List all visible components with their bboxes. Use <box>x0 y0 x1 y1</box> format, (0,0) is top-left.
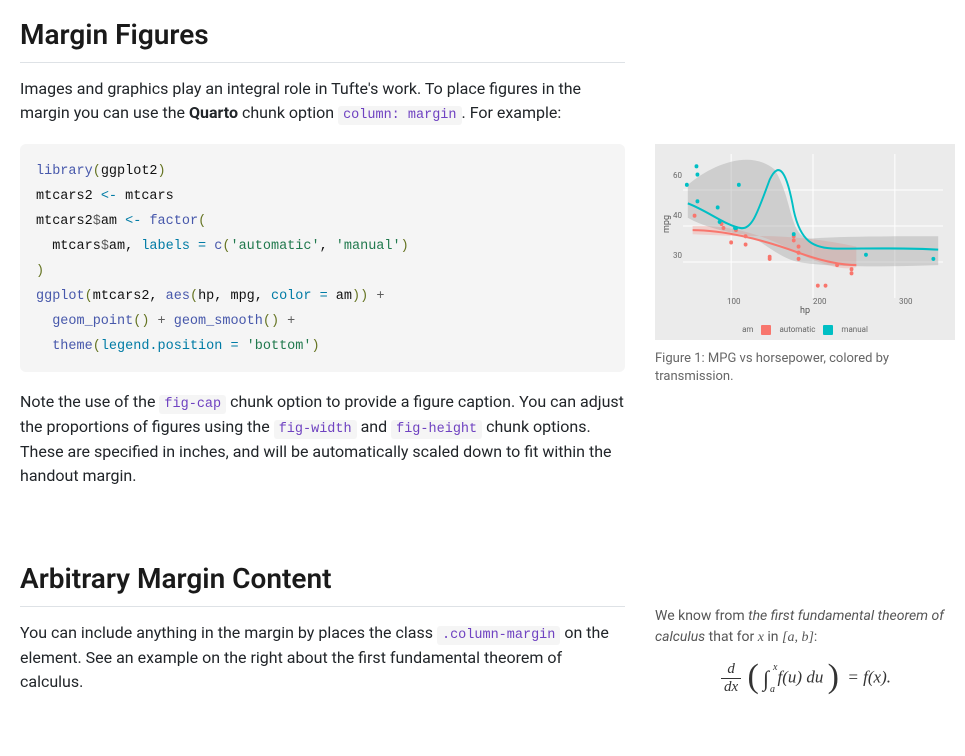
math-interval: [a, b] <box>782 630 814 645</box>
code-token: () <box>133 314 149 329</box>
legend-swatch-manual <box>823 325 833 335</box>
code-token: ) <box>311 339 319 354</box>
inline-code-column-margin-class: .column-margin <box>437 626 560 645</box>
code-token: ) <box>36 264 44 279</box>
code-token: 'manual' <box>336 239 401 254</box>
code-token: ) <box>352 289 360 304</box>
code-token: 'automatic' <box>230 239 319 254</box>
note-text: : <box>814 629 817 645</box>
legend-label-automatic: automatic <box>779 324 815 336</box>
section2-paragraph: You can include anything in the margin b… <box>20 621 625 694</box>
code-token: mtcars <box>117 189 174 204</box>
code-token: legend.position = <box>101 339 239 354</box>
code-token: ( <box>93 339 101 354</box>
intro-text: chunk option <box>238 103 338 122</box>
note-text: We know from <box>655 608 748 624</box>
code-token: factor <box>149 214 198 229</box>
code-token: ggplot <box>36 289 85 304</box>
code-token: ( <box>190 289 198 304</box>
code-token: + <box>368 289 384 304</box>
code-token: theme <box>52 339 93 354</box>
code-token <box>36 339 52 354</box>
chart-xlabel: hp <box>661 305 949 319</box>
code-token <box>239 339 247 354</box>
code-token: ( <box>198 214 206 229</box>
code-token: <- <box>125 214 141 229</box>
math-fraction: d dx <box>719 662 743 695</box>
note-paragraph: Note the use of the fig-cap chunk option… <box>20 390 625 489</box>
code-token: mtcars2 <box>36 214 93 229</box>
intro-text: . For example: <box>462 103 562 122</box>
code-token: labels = <box>141 239 206 254</box>
code-token: aes <box>166 289 190 304</box>
code-token: ( <box>93 164 101 179</box>
note-text: and <box>357 417 392 436</box>
chart-ylabel: mpg <box>661 150 671 298</box>
code-token: ggplot2 <box>101 164 158 179</box>
frac-num: d <box>721 662 741 679</box>
code-token: $ <box>101 239 109 254</box>
frac-den: dx <box>721 679 741 695</box>
rparen-icon: ) <box>828 658 839 695</box>
code-token <box>36 314 52 329</box>
legend-swatch-automatic <box>761 325 771 335</box>
lparen-icon: ( <box>747 658 758 695</box>
intro-bold: Quarto <box>189 103 238 122</box>
code-token: ) <box>158 164 166 179</box>
inline-code-fig-width: fig-width <box>274 420 357 439</box>
chart-legend: am automatic manual <box>661 320 949 338</box>
code-token: , <box>320 239 336 254</box>
integrand: f(u) du <box>778 668 824 687</box>
code-token: ) <box>401 239 409 254</box>
code-token: <- <box>101 189 117 204</box>
math-rhs: = f(x). <box>847 668 891 687</box>
margin-figure: mpg <box>655 144 955 340</box>
para-text: You can include anything in the margin b… <box>20 623 437 642</box>
chart-y-tick: 40 <box>673 210 682 222</box>
margin-note-calculus: We know from the first fundamental theor… <box>655 606 955 695</box>
code-token: geom_smooth <box>174 314 263 329</box>
section-margin-figures-title: Margin Figures <box>20 14 625 63</box>
code-token: + <box>279 314 295 329</box>
code-token: + <box>149 314 173 329</box>
code-token: () <box>263 314 279 329</box>
code-token: $ <box>93 214 101 229</box>
chart-plot-area <box>683 154 943 298</box>
legend-title: am <box>742 324 753 336</box>
math-display: d dx ( ∫xa f(u) du ) = f(x). <box>655 662 955 695</box>
note-text: that for <box>705 629 758 645</box>
int-upper: x <box>773 660 777 675</box>
code-token: am <box>328 289 352 304</box>
code-block-ggplot: library(ggplot2) mtcars2 <- mtcars mtcar… <box>20 144 625 371</box>
code-token: am, <box>109 239 141 254</box>
code-token: ( <box>85 289 93 304</box>
code-token: color = <box>271 289 328 304</box>
code-token: 'bottom' <box>247 339 312 354</box>
code-token: mtcars2, <box>93 289 166 304</box>
section-arbitrary-margin-title: Arbitrary Margin Content <box>20 558 625 607</box>
note-text: in <box>764 629 782 645</box>
code-token: am <box>101 214 125 229</box>
inline-code-fig-height: fig-height <box>391 420 482 439</box>
code-token: mtcars <box>36 239 101 254</box>
inline-code-column-margin: column: margin <box>338 106 461 125</box>
integral-icon: ∫xa <box>763 662 769 695</box>
code-token: geom_point <box>52 314 133 329</box>
legend-label-manual: manual <box>841 324 868 336</box>
figure-caption: Figure 1: MPG vs horsepower, colored by … <box>655 350 955 386</box>
intro-paragraph: Images and graphics play an integral rol… <box>20 77 625 126</box>
chart-y-tick: 30 <box>673 250 682 262</box>
chart-y-tick: 60 <box>673 170 682 182</box>
int-lower: a <box>770 682 775 697</box>
inline-code-fig-cap: fig-cap <box>159 395 226 414</box>
code-token: library <box>36 164 93 179</box>
code-token: hp, mpg, <box>198 289 271 304</box>
note-text: Note the use of the <box>20 392 159 411</box>
code-token: mtcars2 <box>36 189 101 204</box>
